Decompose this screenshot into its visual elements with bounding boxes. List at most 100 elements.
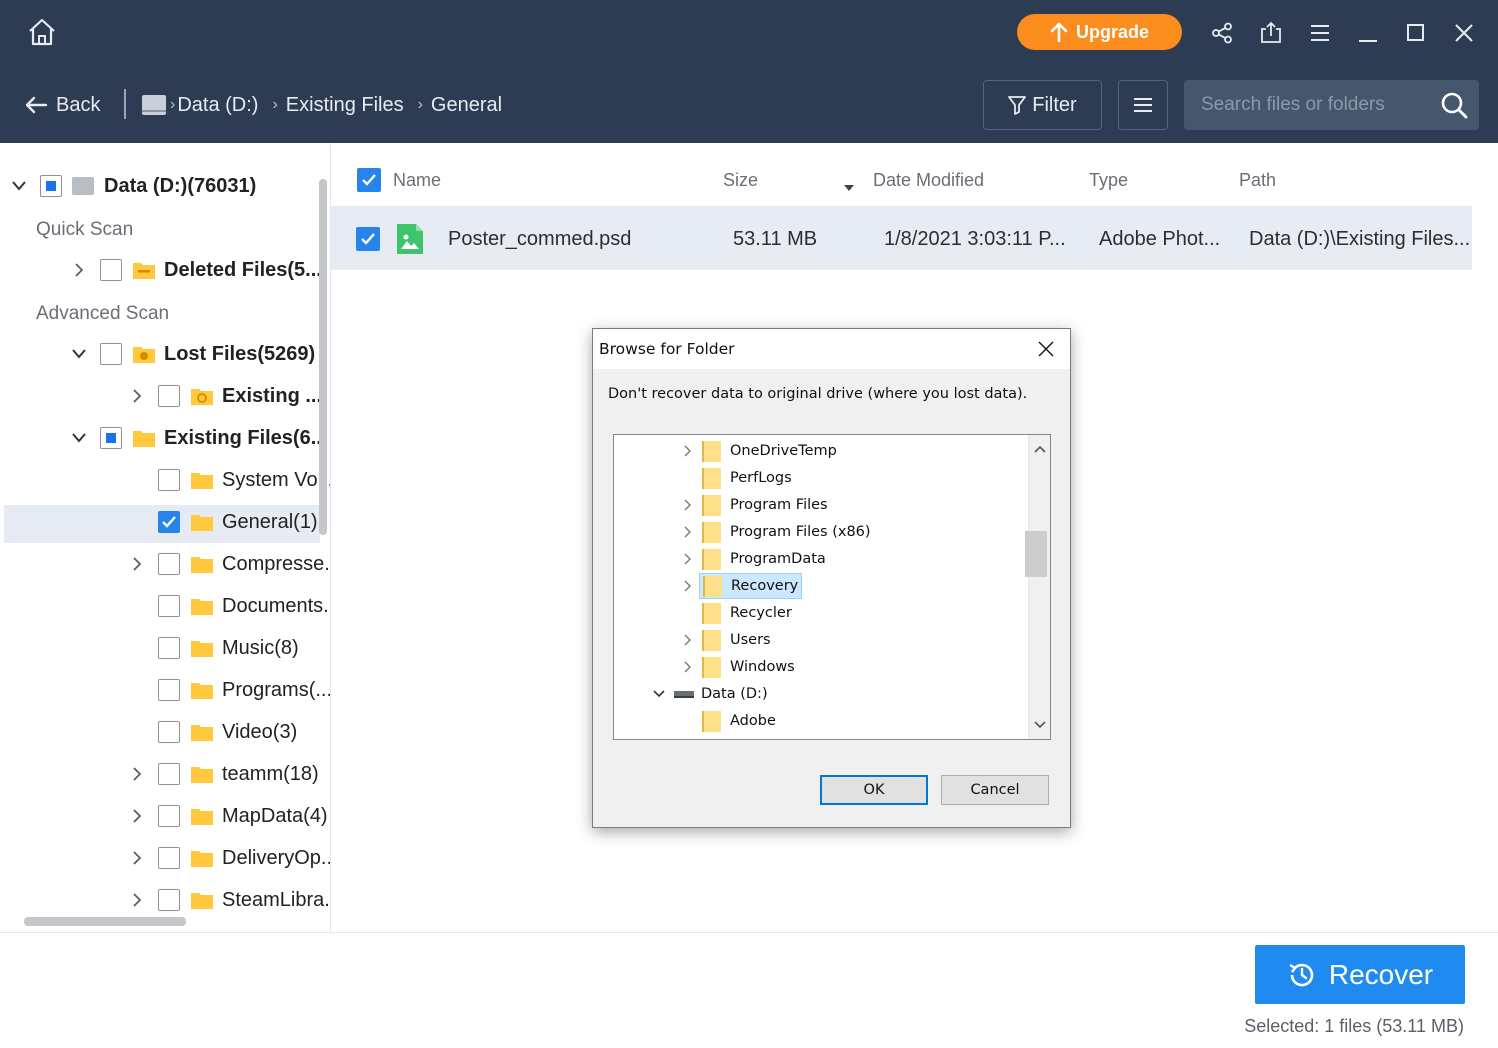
tree-item-steamlibrary[interactable]: SteamLibra... <box>130 881 330 919</box>
search-icon[interactable] <box>1439 90 1469 120</box>
folder-item[interactable]: PerfLogs <box>680 465 792 491</box>
minimize-icon[interactable] <box>1351 16 1385 50</box>
chevron-right-icon: › <box>170 96 176 113</box>
chevron-right-icon[interactable] <box>130 893 144 907</box>
chevron-right-icon[interactable] <box>130 767 144 781</box>
tree-item-existing[interactable]: Existing ... <box>130 377 322 415</box>
tree-item-documents[interactable]: Documents... <box>130 587 330 625</box>
tree-item-programs[interactable]: Programs(... <box>130 671 330 709</box>
table-row[interactable]: Poster_commed.psd 53.11 MB 1/8/2021 3:03… <box>331 206 1472 270</box>
dialog-close-icon[interactable] <box>1022 329 1070 369</box>
folder-item[interactable]: ProgramData <box>680 546 826 572</box>
menu-icon[interactable] <box>1303 16 1337 50</box>
folder-browser-tree[interactable]: OneDriveTemp PerfLogs Program Files Prog… <box>613 434 1051 740</box>
chevron-right-icon[interactable] <box>130 389 144 403</box>
tree-item-lost-files[interactable]: Lost Files(5269) <box>72 335 315 373</box>
tree-checkbox[interactable] <box>158 763 180 785</box>
folder-item[interactable]: OneDriveTemp <box>680 438 837 464</box>
folder-item-selected[interactable]: Recovery <box>680 573 803 599</box>
file-name: Poster_commed.psd <box>448 228 632 250</box>
upgrade-button[interactable]: Upgrade <box>1017 14 1182 50</box>
tree-checkbox[interactable] <box>158 889 180 911</box>
select-all-checkbox[interactable] <box>357 168 381 192</box>
tree-checkbox[interactable] <box>158 637 180 659</box>
tree-item-deleted-files[interactable]: Deleted Files(5... <box>72 251 322 289</box>
tree-checkbox[interactable] <box>158 847 180 869</box>
tree-item-mapdata[interactable]: MapData(4) <box>130 797 328 835</box>
breadcrumb-drive[interactable]: Data (D:) <box>177 94 258 117</box>
tree-checkbox[interactable] <box>158 595 180 617</box>
scroll-down-icon[interactable] <box>1034 721 1046 729</box>
chevron-right-icon[interactable] <box>680 551 696 567</box>
tree-checkbox[interactable] <box>158 805 180 827</box>
tree-checkbox[interactable] <box>100 259 122 281</box>
filter-button[interactable]: Filter <box>983 80 1102 130</box>
tree-item-deliveryop[interactable]: DeliveryOp... <box>130 839 330 877</box>
tree-vertical-scrollbar[interactable] <box>319 179 327 535</box>
tree-checkbox[interactable] <box>158 469 180 491</box>
tree-item-teamm[interactable]: teamm(18) <box>130 755 319 793</box>
column-date-modified[interactable]: Date Modified <box>873 170 984 191</box>
tree-checkbox[interactable] <box>158 721 180 743</box>
ok-button[interactable]: OK <box>820 775 928 805</box>
breadcrumb: › Data (D:) › Existing Files › General <box>142 88 502 122</box>
chevron-right-icon[interactable] <box>130 809 144 823</box>
column-type[interactable]: Type <box>1089 170 1128 191</box>
chevron-right-icon[interactable] <box>72 263 86 277</box>
tree-item-compressed[interactable]: Compresse... <box>130 545 330 583</box>
recover-button[interactable]: Recover <box>1255 945 1465 1004</box>
back-button[interactable]: Back <box>24 88 100 122</box>
chevron-right-icon[interactable] <box>130 557 144 571</box>
chevron-right-icon[interactable] <box>680 443 696 459</box>
folder-item[interactable]: Program Files <box>680 492 828 518</box>
tree-item-video[interactable]: Video(3) <box>130 713 297 751</box>
scroll-up-icon[interactable] <box>1034 445 1046 453</box>
dialog-scroll-thumb[interactable] <box>1025 531 1047 577</box>
folder-item[interactable]: Users <box>680 627 771 653</box>
tree-checkbox[interactable] <box>100 427 122 449</box>
sort-down-icon[interactable] <box>843 176 855 197</box>
chevron-right-icon[interactable] <box>680 632 696 648</box>
column-path[interactable]: Path <box>1239 170 1276 191</box>
drive-item-data-d[interactable]: Data (D:) <box>651 681 768 707</box>
row-checkbox[interactable] <box>356 227 380 251</box>
tree-horizontal-scrollbar[interactable] <box>24 917 186 926</box>
chevron-down-icon[interactable] <box>72 347 86 361</box>
chevron-down-icon[interactable] <box>651 686 667 702</box>
search-input[interactable] <box>1184 80 1434 130</box>
tree-item-existing-files[interactable]: Existing Files(6... <box>72 419 327 457</box>
folder-item[interactable]: Recycler <box>680 600 792 626</box>
dialog-scrollbar[interactable] <box>1025 435 1050 739</box>
tree-item-general[interactable]: General(1) <box>130 503 318 541</box>
tree-item-music[interactable]: Music(8) <box>130 629 299 667</box>
tree-root-data-drive[interactable]: Data (D:)(76031) <box>12 167 256 205</box>
chevron-right-icon[interactable] <box>130 851 144 865</box>
column-size[interactable]: Size <box>723 170 758 191</box>
chevron-down-icon[interactable] <box>12 179 26 193</box>
tree-checkbox[interactable] <box>158 511 180 533</box>
folder-item[interactable]: Program Files (x86) <box>680 519 871 545</box>
list-view-button[interactable] <box>1118 80 1168 130</box>
tree-item-system-volume[interactable]: System Vol... <box>130 461 330 499</box>
tree-checkbox[interactable] <box>158 553 180 575</box>
column-name[interactable]: Name <box>393 170 441 191</box>
chevron-down-icon[interactable] <box>72 431 86 445</box>
breadcrumb-general[interactable]: General <box>431 94 502 117</box>
export-icon[interactable] <box>1254 16 1288 50</box>
folder-item[interactable]: Windows <box>680 654 795 680</box>
tree-checkbox[interactable] <box>100 343 122 365</box>
chevron-right-icon[interactable] <box>680 578 696 594</box>
share-icon[interactable] <box>1205 16 1239 50</box>
close-icon[interactable] <box>1447 16 1481 50</box>
chevron-right-icon[interactable] <box>680 524 696 540</box>
breadcrumb-existing-files[interactable]: Existing Files <box>286 94 404 117</box>
folder-item[interactable]: Adobe <box>680 708 776 734</box>
maximize-icon[interactable] <box>1399 16 1433 50</box>
chevron-right-icon[interactable] <box>680 497 696 513</box>
tree-checkbox[interactable] <box>158 385 180 407</box>
home-icon[interactable] <box>26 16 58 48</box>
tree-checkbox[interactable] <box>158 679 180 701</box>
cancel-button[interactable]: Cancel <box>941 775 1049 805</box>
chevron-right-icon[interactable] <box>680 659 696 675</box>
tree-root-checkbox[interactable] <box>40 175 62 197</box>
